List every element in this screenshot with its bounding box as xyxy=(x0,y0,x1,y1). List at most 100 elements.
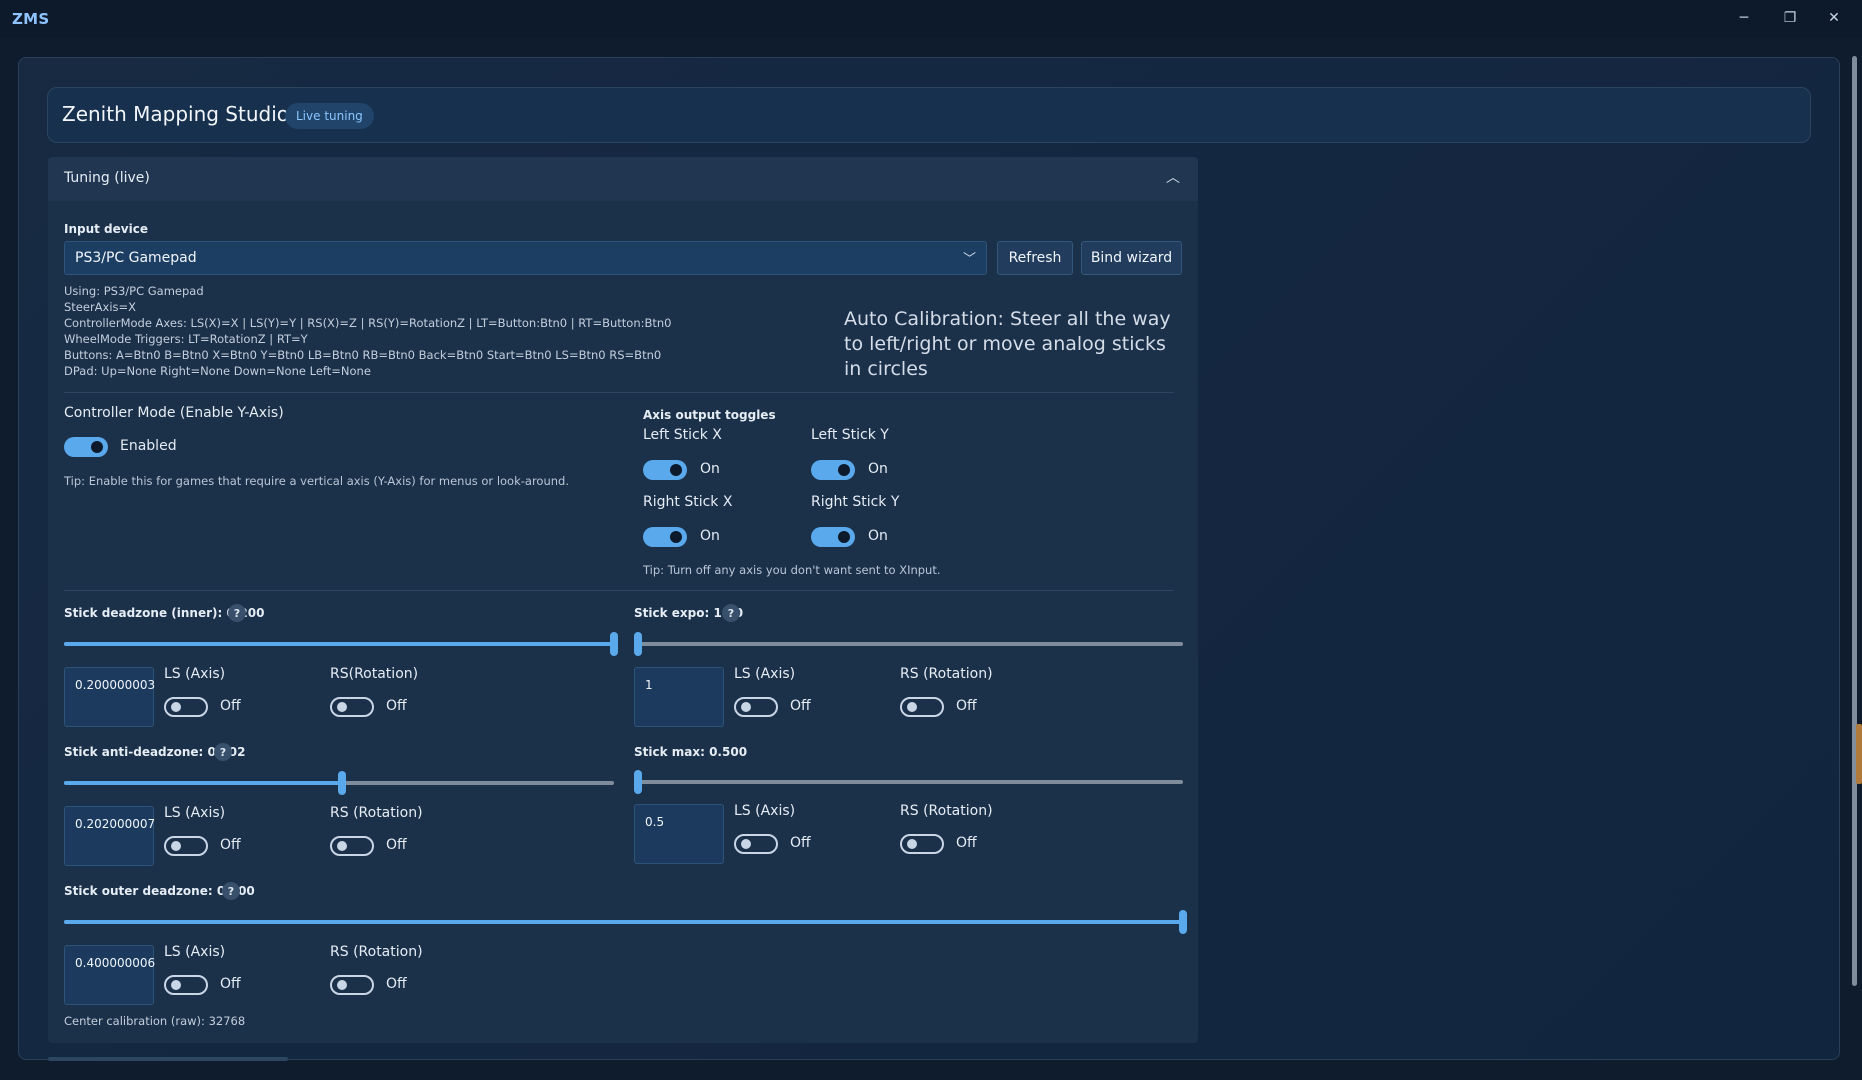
slider-thumb[interactable] xyxy=(1179,910,1187,934)
rs-state: Off xyxy=(956,698,977,714)
input-device-select[interactable]: PS3/PC Gamepad ﹀ xyxy=(64,241,987,275)
right-stick-x-label: Right Stick X xyxy=(643,494,733,510)
info-line: SteerAxis=X xyxy=(64,300,137,314)
ls-axis-label: LS (Axis) xyxy=(164,944,226,960)
anti-deadzone-value: 0.202000007 xyxy=(75,817,156,831)
outer-deadzone-input[interactable]: 0.400000006 xyxy=(64,945,156,1005)
outer-deadzone-ls-toggle[interactable] xyxy=(164,975,208,995)
input-device-value: PS3/PC Gamepad xyxy=(75,250,197,266)
outer-deadzone-rs-toggle[interactable] xyxy=(330,975,374,995)
left-stick-y-state: On xyxy=(868,461,888,477)
ls-state: Off xyxy=(220,837,241,853)
slider-fill xyxy=(64,781,342,785)
slider-thumb[interactable] xyxy=(634,770,642,794)
deadzone-inner-ls-toggle[interactable] xyxy=(164,697,208,717)
help-icon[interactable]: ? xyxy=(228,604,246,622)
chevron-down-icon: ﹀ xyxy=(962,252,976,267)
stick-max-value: 0.5 xyxy=(645,815,665,829)
slider-thumb[interactable] xyxy=(610,632,618,656)
expo-value: 1 xyxy=(645,678,653,692)
ls-axis-label: LS (Axis) xyxy=(734,803,796,819)
rs-state: Off xyxy=(386,837,407,853)
anti-deadzone-slider[interactable] xyxy=(64,771,614,795)
refresh-button[interactable]: Refresh xyxy=(997,241,1073,275)
slider-fill xyxy=(64,642,614,646)
input-device-label: Input device xyxy=(64,222,148,236)
left-stick-y-toggle[interactable] xyxy=(811,460,855,480)
page-title: Zenith Mapping Studio xyxy=(62,102,290,126)
controller-mode-toggle[interactable] xyxy=(64,437,108,457)
right-stick-y-state: On xyxy=(868,528,888,544)
controller-mode-tip: Tip: Enable this for games that require … xyxy=(64,474,569,488)
next-section-tab[interactable] xyxy=(48,1057,288,1061)
scrollbar-thumb[interactable] xyxy=(1856,724,1862,784)
axis-toggles-title: Axis output toggles xyxy=(643,408,776,422)
info-line: Using: PS3/PC Gamepad xyxy=(64,284,204,298)
rs-state: Off xyxy=(386,976,407,992)
right-stick-x-state: On xyxy=(700,528,720,544)
ls-axis-label: LS (Axis) xyxy=(164,666,226,682)
slider-fill xyxy=(64,920,1183,924)
left-stick-y-label: Left Stick Y xyxy=(811,427,889,443)
rs-rotation-label: RS (Rotation) xyxy=(900,666,993,682)
center-calibration-text: Center calibration (raw): 32768 xyxy=(64,1014,246,1028)
rs-rotation-label: RS (Rotation) xyxy=(330,805,423,821)
title-bar: ZMS ─ ❐ ✕ xyxy=(0,0,1862,38)
anti-deadzone-rs-toggle[interactable] xyxy=(330,836,374,856)
bind-wizard-button[interactable]: Bind wizard xyxy=(1081,241,1182,275)
expo-rs-toggle[interactable] xyxy=(900,697,944,717)
anti-deadzone-input[interactable]: 0.202000007 xyxy=(64,806,156,866)
scrollbar[interactable] xyxy=(1852,56,1857,986)
right-stick-y-toggle[interactable] xyxy=(811,527,855,547)
expo-slider[interactable] xyxy=(634,632,1183,656)
stick-max-slider[interactable] xyxy=(634,770,1183,794)
help-icon[interactable]: ? xyxy=(222,882,240,900)
ls-axis-label: LS (Axis) xyxy=(164,805,226,821)
outer-deadzone-value: 0.400000006 xyxy=(75,956,156,970)
rs-rotation-label: RS (Rotation) xyxy=(330,944,423,960)
right-stick-y-label: Right Stick Y xyxy=(811,494,900,510)
deadzone-inner-value: 0.200000003 xyxy=(75,678,156,692)
expo-input[interactable]: 1 xyxy=(634,667,724,727)
tuning-header[interactable]: Tuning (live) ︿ xyxy=(48,157,1198,201)
info-line: ControllerMode Axes: LS(X)=X | LS(Y)=Y |… xyxy=(64,316,672,330)
slider-thumb[interactable] xyxy=(634,632,642,656)
close-icon[interactable]: ✕ xyxy=(1814,4,1854,32)
left-stick-x-label: Left Stick X xyxy=(643,427,722,443)
tuning-panel: Tuning (live) ︿ Input device PS3/PC Game… xyxy=(48,157,1198,1043)
slider-thumb[interactable] xyxy=(337,771,346,795)
left-stick-x-toggle[interactable] xyxy=(643,460,687,480)
axis-toggles-tip: Tip: Turn off any axis you don't want se… xyxy=(643,563,941,577)
left-stick-x-state: On xyxy=(700,461,720,477)
rs-rotation-label: RS(Rotation) xyxy=(330,666,419,682)
anti-deadzone-ls-toggle[interactable] xyxy=(164,836,208,856)
live-tuning-badge: Live tuning xyxy=(285,103,374,129)
restore-icon[interactable]: ❐ xyxy=(1770,4,1810,32)
stick-max-label: Stick max: 0.500 xyxy=(634,745,748,759)
auto-calibration-text: Auto Calibration: Steer all the way to l… xyxy=(844,308,1171,380)
minimize-icon[interactable]: ─ xyxy=(1724,4,1764,32)
help-icon[interactable]: ? xyxy=(722,604,740,622)
controller-mode-state: Enabled xyxy=(120,438,177,454)
right-stick-x-toggle[interactable] xyxy=(643,527,687,547)
stick-max-ls-toggle[interactable] xyxy=(734,834,778,854)
ls-axis-label: LS (Axis) xyxy=(734,666,796,682)
app-name: ZMS xyxy=(12,10,50,28)
outer-deadzone-slider[interactable] xyxy=(64,910,1187,934)
expo-ls-toggle[interactable] xyxy=(734,697,778,717)
tuning-title: Tuning (live) xyxy=(64,170,150,186)
divider xyxy=(64,392,1174,393)
divider xyxy=(64,590,1174,591)
stick-max-rs-toggle[interactable] xyxy=(900,834,944,854)
controller-mode-title: Controller Mode (Enable Y-Axis) xyxy=(64,405,284,421)
help-icon[interactable]: ? xyxy=(214,743,232,761)
stick-max-input[interactable]: 0.5 xyxy=(634,804,724,864)
chevron-up-icon[interactable]: ︿ xyxy=(1166,167,1180,187)
ls-state: Off xyxy=(790,835,811,851)
deadzone-inner-slider[interactable] xyxy=(64,632,618,656)
ls-state: Off xyxy=(220,698,241,714)
ls-state: Off xyxy=(790,698,811,714)
header-card: Zenith Mapping Studio Live tuning xyxy=(47,87,1811,143)
deadzone-inner-input[interactable]: 0.200000003 xyxy=(64,667,156,727)
deadzone-inner-rs-toggle[interactable] xyxy=(330,697,374,717)
